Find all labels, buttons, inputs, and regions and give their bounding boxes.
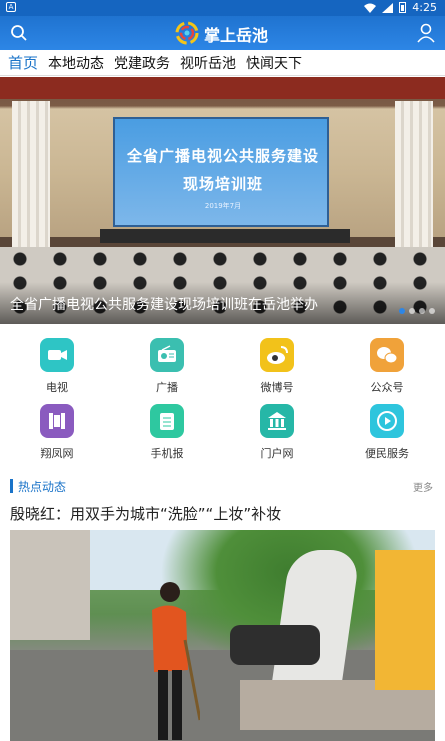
banner-carousel[interactable]: 全省广播电视公共服务建设 现场培训班 2019年7月 全省广播电视公共服务建设现… [0,77,445,324]
service-grid: 电视 广播 微博号 公众号 翔凤网 手机报 门户网 便民服务 [0,332,445,462]
banner-caption: 全省广播电视公共服务建设现场培训班在岳池举办 [10,297,318,313]
signal-icon [382,2,394,13]
service-convenience[interactable]: 便民服务 [342,404,432,461]
carousel-dot [429,308,435,314]
hot-news-section: 热点动态 更多 [0,472,445,500]
carousel-dot [409,308,415,314]
screen-title-line1: 全省广播电视公共服务建设 [126,147,319,165]
carousel-dot [399,308,405,314]
app-title: 掌上岳池 [204,26,269,45]
news-photo[interactable] [10,530,435,741]
tab-home[interactable]: 首页 [8,52,38,73]
service-mobile-paper[interactable]: 手机报 [122,404,212,461]
wechat-icon [370,338,404,372]
tab-local-news[interactable]: 本地动态 [48,53,104,73]
screen-date: 2019年7月 [204,202,242,210]
user-icon[interactable] [417,23,435,43]
tab-world-news[interactable]: 快闻天下 [246,53,302,73]
carousel-indicator [399,308,435,314]
app-logo-icon [175,21,199,45]
tab-audio-video[interactable]: 视听岳池 [180,53,236,73]
section-title: 热点动态 [18,480,67,494]
notification-icon: A [6,2,16,12]
carousel-dot [419,308,425,314]
service-tv[interactable]: 电视 [12,338,102,395]
service-portal[interactable]: 门户网 [232,404,322,461]
weibo-icon [260,338,294,372]
radio-icon [150,338,184,372]
service-weibo[interactable]: 微博号 [232,338,322,395]
screen-title-line2: 现场培训班 [182,175,263,193]
news-headline[interactable]: 殷晓红：用双手为城市“洗脸”“上妆”补妆 [10,503,281,524]
more-link[interactable]: 更多 [413,479,433,494]
app-header: 掌上岳池 [0,16,445,50]
category-tabs: 首页 本地动态 党建政务 视听岳池 快闻天下 [0,50,445,76]
projection-screen: 全省广播电视公共服务建设 现场培训班 2019年7月 [113,117,329,227]
play-circle-icon [370,404,404,438]
bank-icon [260,404,294,438]
service-radio[interactable]: 广播 [122,338,212,395]
tab-party-affairs[interactable]: 党建政务 [114,53,170,73]
video-camera-icon [40,338,74,372]
search-icon[interactable] [10,24,28,42]
wifi-icon [364,3,377,13]
status-time: 4:25 [412,1,437,14]
battery-icon [399,2,407,13]
service-xiangfeng[interactable]: 翔凤网 [12,404,102,461]
status-bar: A 4:25 [0,0,445,16]
service-wechat[interactable]: 公众号 [342,338,432,395]
street-cleaner-figure [152,582,200,740]
newspaper-icon [150,404,184,438]
film-icon [40,404,74,438]
section-accent-bar [10,479,13,493]
